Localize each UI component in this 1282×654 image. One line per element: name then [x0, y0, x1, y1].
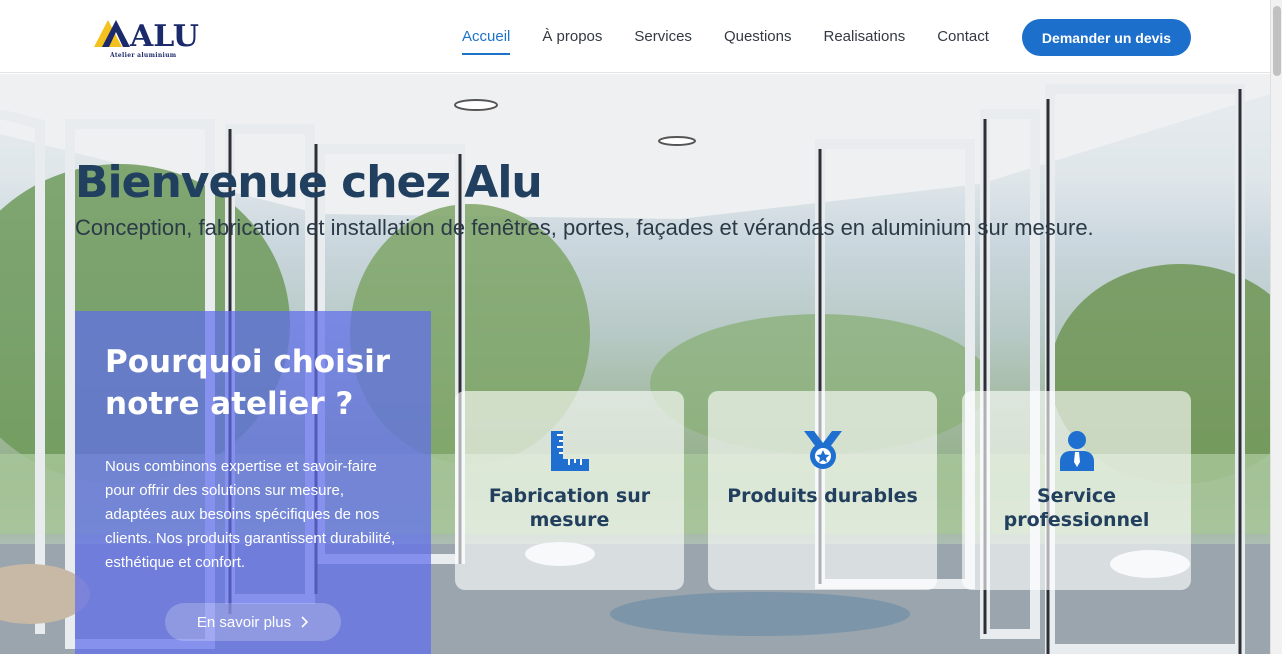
main-nav: Accueil À propos Services Questions Real…	[446, 0, 1021, 73]
request-quote-button[interactable]: Demander un devis	[1022, 19, 1191, 56]
user-tie-icon	[1059, 431, 1094, 471]
nav-accueil[interactable]: Accueil	[462, 0, 511, 73]
feature-card-fabrication: Fabrication sur mesure	[455, 391, 684, 590]
logo[interactable]: ALU Atelier aluminium	[92, 12, 212, 60]
logo-text: ALU	[129, 19, 199, 52]
nav-a-propos[interactable]: À propos	[542, 0, 602, 73]
scrollbar-thumb[interactable]	[1273, 6, 1281, 76]
site-header: ALU Atelier aluminium Accueil À propos S…	[0, 0, 1270, 73]
feature-label-produits: Produits durables	[727, 485, 918, 507]
nav-services[interactable]: Services	[634, 0, 692, 73]
why-choose-text: Nous combinons expertise et savoir-faire…	[105, 458, 396, 571]
nav-questions[interactable]: Questions	[724, 0, 792, 73]
learn-more-button[interactable]: En savoir plus	[165, 603, 341, 641]
hero-subtitle: Conception, fabrication et installation …	[75, 215, 1094, 240]
hero-section: Bienvenue chez Alu Conception, fabricati…	[0, 74, 1270, 654]
why-choose-title: Pourquoi choisir notre atelier ?	[105, 344, 391, 422]
ruler-icon	[550, 431, 589, 471]
feature-label-fabrication: Fabrication sur mesure	[488, 485, 651, 531]
medal-icon	[803, 431, 842, 469]
learn-more-label: En savoir plus	[196, 613, 292, 631]
why-choose-panel: Pourquoi choisir notre atelier ? Nous co…	[75, 311, 431, 654]
logo-subtitle: Atelier aluminium	[110, 52, 177, 59]
chevron-right-icon	[301, 616, 309, 628]
nav-realisations[interactable]: Realisations	[823, 0, 905, 73]
feature-card-produits: Produits durables	[708, 391, 937, 590]
page-scrollbar[interactable]	[1270, 0, 1282, 654]
feature-card-service: Service professionnel	[962, 391, 1191, 590]
hero-title: Bienvenue chez Alu	[75, 157, 543, 208]
nav-contact[interactable]: Contact	[937, 0, 989, 73]
feature-label-service: Service professionnel	[1003, 485, 1150, 531]
logo-mark-icon: ALU	[94, 19, 199, 52]
